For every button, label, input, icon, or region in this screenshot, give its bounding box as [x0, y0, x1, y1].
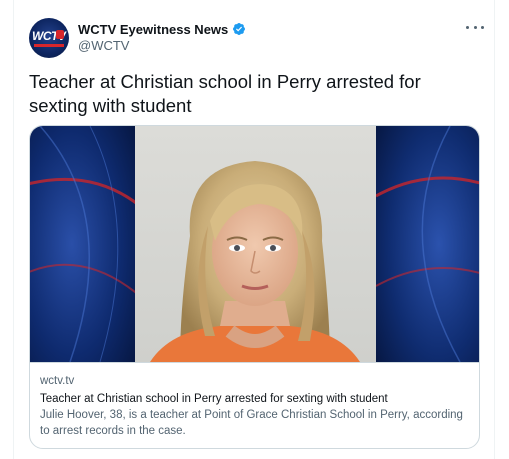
- timeline-divider-left: [13, 0, 14, 459]
- card-title: Teacher at Christian school in Perry arr…: [40, 393, 388, 405]
- card-image[interactable]: [30, 126, 479, 362]
- timeline-divider-right: [494, 0, 495, 459]
- card-body[interactable]: wctv.tv Teacher at Christian school in P…: [30, 362, 479, 448]
- link-preview-card[interactable]: wctv.tv Teacher at Christian school in P…: [29, 125, 480, 449]
- card-description: Julie Hoover, 38, is a teacher at Point …: [40, 409, 463, 437]
- tweet-text: Teacher at Christian school in Perry arr…: [29, 71, 421, 116]
- avatar-logo-stripe: [34, 44, 64, 47]
- display-name[interactable]: WCTV Eyewitness News: [78, 22, 228, 37]
- card-domain: wctv.tv: [40, 375, 75, 387]
- avatar[interactable]: WCTV: [29, 18, 69, 58]
- more-options-icon[interactable]: [466, 22, 484, 32]
- verified-badge-icon: [232, 22, 246, 36]
- user-handle[interactable]: @WCTV: [78, 38, 129, 53]
- tweet[interactable]: WCTV WCTV Eyewitness News @WCTV Teacher …: [0, 0, 509, 459]
- mugshot-photo-icon: [30, 126, 479, 362]
- author-name-row[interactable]: WCTV Eyewitness News: [78, 20, 246, 38]
- avatar-logo-badge: [56, 30, 64, 39]
